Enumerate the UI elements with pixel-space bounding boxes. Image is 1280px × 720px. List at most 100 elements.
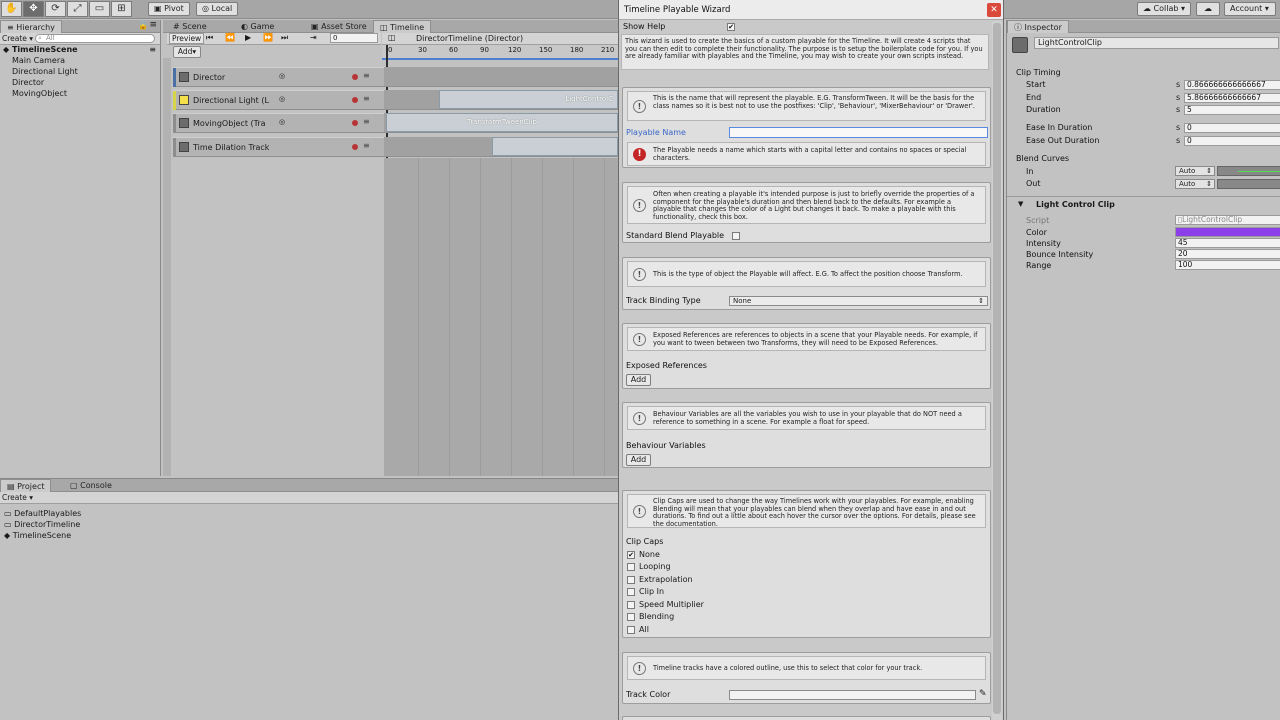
track-color-swatch[interactable] (729, 690, 976, 700)
timeline-clip[interactable] (492, 137, 618, 156)
prev-frame-icon[interactable]: ⏪ (225, 33, 235, 42)
last-frame-icon[interactable]: ⏭ (281, 33, 288, 43)
tab-console[interactable]: ▢ Console (64, 479, 118, 492)
tab-game[interactable]: ◐ Game (235, 20, 280, 33)
clip-cap-checkbox[interactable]: ✔ (627, 551, 635, 559)
ease-out-field[interactable]: 0 (1184, 136, 1280, 146)
project-create-button[interactable]: Create ▾ (2, 493, 33, 502)
hierarchy-item[interactable]: Director (0, 77, 160, 88)
clip-cap-checkbox[interactable] (627, 626, 635, 634)
hierarchy-item[interactable]: Main Camera (0, 55, 160, 66)
ease-in-field[interactable]: 0 (1184, 123, 1280, 133)
rect-tool-icon[interactable]: ▭ (89, 1, 110, 17)
clip-cap-checkbox[interactable] (627, 576, 635, 584)
move-tool-icon[interactable]: ✥ (23, 1, 44, 17)
next-frame-icon[interactable]: ⏩ (263, 33, 273, 42)
tab-asset-store[interactable]: ▣ Asset Store (305, 20, 373, 33)
frame-field[interactable]: 0 (330, 33, 378, 43)
track-accent (173, 91, 176, 110)
range-field[interactable]: 100 (1175, 260, 1280, 270)
project-item[interactable]: ◆ TimelineScene (0, 530, 160, 541)
show-help-checkbox[interactable]: ✔ (727, 23, 735, 31)
timeline-clip[interactable]: LightControlC (439, 90, 618, 109)
track-menu-icon[interactable]: ≡ (363, 141, 370, 150)
scale-tool-icon[interactable]: ⤢ (67, 1, 88, 17)
play-range-icon[interactable]: ⇥ (310, 33, 317, 42)
hierarchy-item[interactable]: Directional Light (0, 66, 160, 77)
track-binding-dropdown[interactable]: None ⇕ (729, 296, 988, 306)
target-icon[interactable]: ◎ (279, 95, 285, 103)
preview-button[interactable]: Preview (169, 33, 205, 44)
clip-cap-checkbox[interactable] (627, 601, 635, 609)
target-icon[interactable]: ◎ (279, 72, 285, 80)
collab-button[interactable]: ☁ Collab ▾ (1137, 2, 1192, 16)
tab-inspector[interactable]: ⓘ Inspector (1007, 20, 1069, 33)
account-button[interactable]: Account ▾ (1224, 2, 1276, 16)
target-icon[interactable]: ◎ (279, 118, 285, 126)
track-menu-icon[interactable]: ≡ (363, 117, 370, 126)
record-icon[interactable] (352, 97, 358, 103)
intensity-field[interactable]: 45 (1175, 238, 1280, 248)
scene-menu-icon[interactable]: ≡ (149, 44, 156, 55)
rotate-tool-icon[interactable]: ⟳ (45, 1, 66, 17)
clip-cap-checkbox[interactable] (627, 588, 635, 596)
tab-game-label: Game (250, 22, 275, 31)
add-behaviour-variable-button[interactable]: Add (626, 454, 651, 466)
duration-field[interactable]: 5 (1184, 105, 1280, 115)
transform-tool-icon[interactable]: ⊞ (111, 1, 132, 17)
end-field[interactable]: 5.86666666666667 (1184, 93, 1280, 103)
blend-in-curve[interactable] (1217, 166, 1280, 176)
blend-out-mode-dropdown[interactable]: Auto ⇕ (1175, 179, 1215, 189)
pivot-toggle[interactable]: ▣ Pivot (148, 2, 190, 16)
object-name-field[interactable]: LightControlClip (1034, 37, 1279, 49)
hierarchy-create-button[interactable]: Create ▾ (2, 34, 33, 43)
color-swatch[interactable] (1175, 227, 1280, 237)
clip-cap-checkbox[interactable] (627, 613, 635, 621)
clip-caps-label: Clip Caps (626, 537, 664, 546)
time-ruler[interactable]: 0 30 60 90 120 150 180 210 (382, 45, 618, 60)
panel-menu-icon[interactable]: ≡ (149, 20, 157, 30)
start-field[interactable]: 0.866666666666667 (1184, 80, 1280, 90)
playable-name-input[interactable] (729, 127, 988, 138)
first-frame-icon[interactable]: ⏮ (206, 33, 213, 43)
scene-row[interactable]: ◆ TimelineScene ≡ (0, 44, 160, 55)
wizard-scrollbar[interactable] (992, 21, 1002, 720)
name-help-text: This is the name that will represent the… (653, 94, 975, 110)
blend-out-curve[interactable] (1217, 179, 1280, 189)
record-icon[interactable] (352, 120, 358, 126)
close-icon[interactable]: ✕ (987, 3, 1001, 17)
clip-cap-checkbox[interactable] (627, 563, 635, 571)
eyedropper-icon[interactable]: ✎ (979, 689, 987, 699)
standard-blend-checkbox[interactable] (732, 232, 740, 240)
play-icon[interactable]: ▶ (245, 33, 251, 42)
component-header[interactable]: ▼ Light Control Clip (1007, 196, 1280, 212)
track-menu-icon[interactable]: ≡ (363, 94, 370, 103)
timeline-clip[interactable]: TransformTweenClip (386, 113, 618, 132)
tab-scene[interactable]: # Scene (167, 20, 213, 33)
hand-tool-icon[interactable]: ✋ (1, 1, 22, 17)
foldout-arrow-icon[interactable]: ▼ (1018, 200, 1023, 208)
bounce-intensity-field[interactable]: 20 (1175, 249, 1280, 259)
wizard-title-bar[interactable]: Timeline Playable Wizard (619, 0, 1003, 20)
tab-hierarchy[interactable]: ≡ Hierarchy (0, 20, 62, 33)
project-item[interactable]: ▭ DirectorTimeline (0, 519, 160, 530)
track-menu-icon[interactable]: ≡ (363, 71, 370, 80)
wizard-scroll-thumb[interactable] (993, 23, 1001, 714)
project-item[interactable]: ▭ DefaultPlayables (0, 508, 160, 519)
clip-cap-label: Speed Multiplier (639, 600, 704, 609)
caps-help-box: ! Clip Caps are used to change the way T… (627, 494, 986, 528)
cloud-icon[interactable]: ☁ (1196, 2, 1220, 16)
hierarchy-search-input[interactable]: ⌕ All (35, 34, 155, 43)
add-exposed-reference-button[interactable]: Add (626, 374, 651, 386)
track-lane[interactable] (384, 67, 618, 87)
lock-icon[interactable]: 🔒 (138, 21, 148, 30)
blend-in-mode-dropdown[interactable]: Auto ⇕ (1175, 166, 1215, 176)
tab-project[interactable]: ▤ Project (0, 479, 52, 492)
hierarchy-item[interactable]: MovingObject (0, 88, 160, 99)
local-toggle[interactable]: ◎ Local (196, 2, 239, 16)
tab-timeline[interactable]: ◫ Timeline (373, 20, 432, 33)
record-icon[interactable] (352, 74, 358, 80)
add-track-button[interactable]: Add▾ (173, 46, 201, 58)
record-icon[interactable] (352, 144, 358, 150)
timeline-empty-area[interactable] (384, 158, 618, 476)
